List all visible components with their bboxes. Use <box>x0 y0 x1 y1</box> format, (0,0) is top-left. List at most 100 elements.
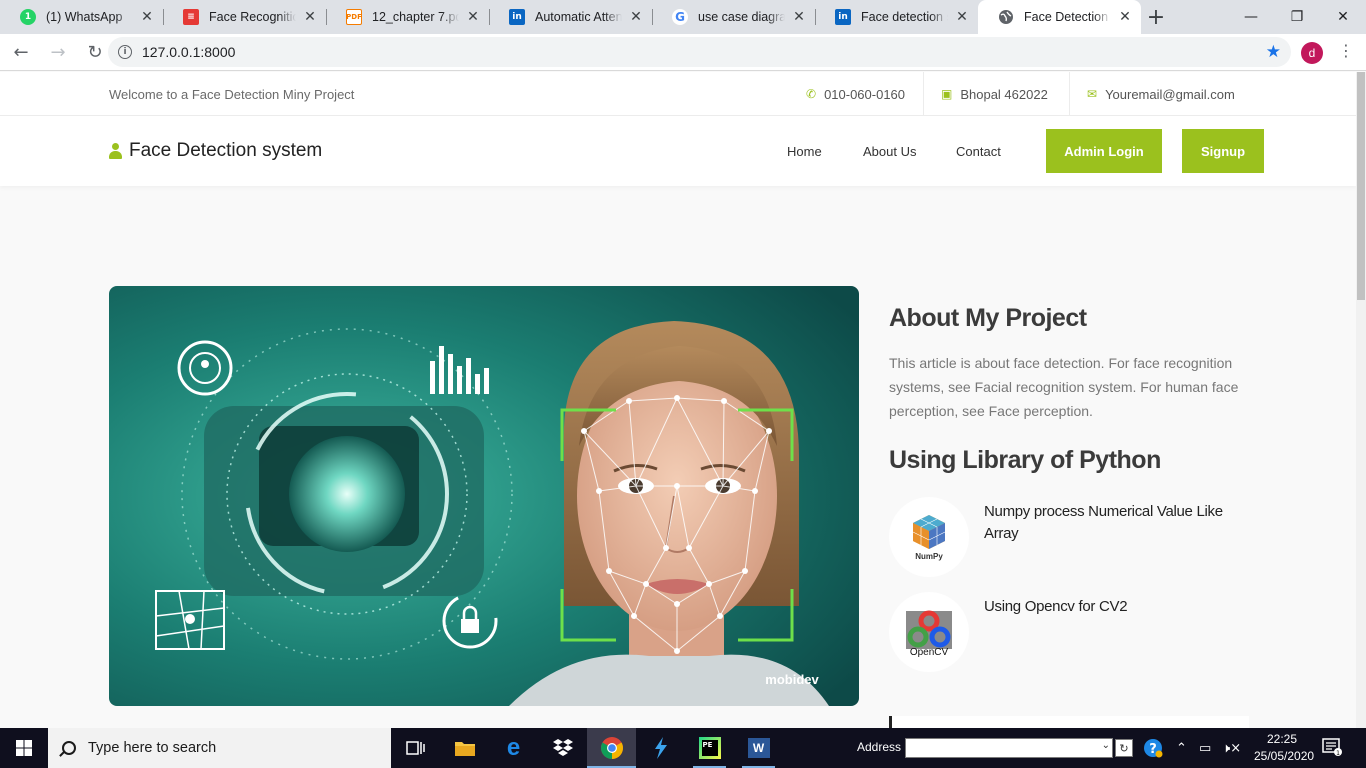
forward-arrow-icon[interactable]: → <box>42 36 74 68</box>
tab-title: Automatic Attendance <box>535 10 622 24</box>
face-detection-hero-image: mobidev <box>109 286 859 706</box>
close-tab-icon[interactable]: ✕ <box>791 9 807 25</box>
address-toolbar-label: Address <box>857 740 902 754</box>
tab-title: Face detection system <box>861 10 948 24</box>
tab-title: Face Detection system <box>1024 10 1111 24</box>
edge-browser-icon[interactable]: e <box>489 728 538 768</box>
envelope-icon: ✉ <box>1087 87 1098 101</box>
chevron-up-icon[interactable]: ⌃ <box>1176 728 1187 768</box>
libraries-heading: Using Library of Python <box>889 446 1161 474</box>
chevron-down-icon[interactable]: ⌄ <box>1102 740 1110 751</box>
about-text: This article is about face detection. Fo… <box>889 355 1239 419</box>
scrollbar-thumb[interactable] <box>1357 72 1365 300</box>
close-tab-icon[interactable]: ✕ <box>302 9 318 25</box>
taskbar-search-box[interactable]: Type here to search <box>48 728 391 768</box>
restore-icon[interactable]: ❐ <box>1274 0 1320 34</box>
whatsapp-icon: 1 <box>20 9 36 25</box>
globe-icon <box>998 9 1014 25</box>
windows-start-icon[interactable] <box>0 728 48 768</box>
site-top-bar: Welcome to a Face Detection Miny Project… <box>0 72 1356 116</box>
clock-time: 22:25 <box>1266 732 1298 746</box>
linkedin-icon: in <box>835 9 851 25</box>
battery-icon[interactable]: ▭ <box>1199 728 1211 768</box>
site-info-icon[interactable]: i <box>118 45 132 59</box>
chrome-taskbar-icon[interactable] <box>587 728 636 768</box>
address-toolbar-input[interactable]: ⌄ <box>905 738 1113 758</box>
web-page: Welcome to a Face Detection Miny Project… <box>0 72 1356 728</box>
phone-number: 010-060-0160 <box>824 86 906 102</box>
tab-title: Face Recognition | Fac <box>209 10 296 24</box>
opencv-logo: OpenCV <box>889 592 969 672</box>
tab-automatic-attendance[interactable]: in Automatic Attendance ✕ <box>489 0 652 34</box>
page-scrollbar[interactable] <box>1356 72 1366 728</box>
tab-whatsapp[interactable]: 1 (1) WhatsApp ✕ <box>0 0 163 34</box>
notifications-icon[interactable]: 1 <box>1322 738 1342 760</box>
visual-studio-code-icon[interactable] <box>636 728 685 768</box>
tab-pdf[interactable]: PDF 12_chapter 7.pdf ✕ <box>326 0 489 34</box>
address-bar[interactable]: i 127.0.0.1:8000 ★ <box>108 37 1291 67</box>
tab-face-recognition[interactable]: ≡ Face Recognition | Fac ✕ <box>163 0 326 34</box>
system-clock[interactable]: 22:25 25/05/2020 <box>1254 731 1315 765</box>
pdf-icon: PDF <box>346 9 362 25</box>
tab-face-detection-system[interactable]: Face Detection system ✕ <box>978 0 1141 34</box>
pycharm-icon[interactable]: PE <box>685 728 734 768</box>
nav-about-link[interactable]: About Us <box>863 144 916 159</box>
help-icon[interactable]: ? <box>1143 728 1163 768</box>
email-text: Youremail@gmail.com <box>1105 86 1235 102</box>
tab-use-case-diagram[interactable]: G use case diagram for f ✕ <box>652 0 815 34</box>
numpy-logo: NumPy <box>889 497 969 577</box>
close-tab-icon[interactable]: ✕ <box>628 9 644 25</box>
admin-login-button[interactable]: Admin Login <box>1046 129 1162 173</box>
main-navigation: Face Detection system Home About Us Cont… <box>0 116 1356 186</box>
bookmark-star-icon[interactable]: ★ <box>1266 42 1281 62</box>
document-icon: ≡ <box>183 9 199 25</box>
opencv-logo-text: OpenCV <box>909 646 949 658</box>
nav-contact-link[interactable]: Contact <box>956 144 1001 159</box>
windows-taskbar: Type here to search e PE W Address ⌄ ↻ ?… <box>0 728 1366 768</box>
email-contact: ✉ Youremail@gmail.com <box>1069 72 1253 116</box>
about-heading: About My Project <box>889 304 1087 332</box>
close-window-icon[interactable]: ✕ <box>1320 0 1366 34</box>
reload-icon[interactable]: ↻ <box>79 36 111 68</box>
profile-avatar[interactable]: d <box>1301 42 1323 64</box>
search-placeholder: Type here to search <box>88 740 217 756</box>
tab-face-detection-linkedin[interactable]: in Face detection system ✕ <box>815 0 978 34</box>
close-tab-icon[interactable]: ✕ <box>465 9 481 25</box>
volume-muted-icon[interactable]: 🕨× <box>1222 728 1241 768</box>
tab-title: 12_chapter 7.pdf <box>372 10 459 24</box>
user-icon <box>109 143 122 159</box>
browser-menu-icon[interactable]: ⋮ <box>1338 43 1354 59</box>
window-controls: — ❐ ✕ <box>1228 0 1366 34</box>
location-text: Bhopal 462022 <box>960 86 1048 102</box>
nav-home-link[interactable]: Home <box>787 144 822 159</box>
phone-icon: ✆ <box>806 87 817 101</box>
minimize-icon[interactable]: — <box>1228 0 1274 34</box>
opencv-description: Using Opencv for CV2 <box>984 598 1128 615</box>
tab-title: use case diagram for f <box>698 10 785 24</box>
new-tab-button[interactable]: + <box>1141 0 1171 34</box>
google-icon: G <box>672 9 688 25</box>
search-icon <box>62 741 76 755</box>
tab-title: (1) WhatsApp <box>46 10 123 24</box>
dropbox-icon[interactable] <box>538 728 587 768</box>
numpy-logo-text: NumPy <box>915 552 943 561</box>
url-text[interactable]: 127.0.0.1:8000 <box>142 44 235 60</box>
welcome-text: Welcome to a Face Detection Miny Project <box>109 87 355 102</box>
content-card-edge <box>889 716 1249 728</box>
site-brand[interactable]: Face Detection system <box>109 140 322 162</box>
signup-button[interactable]: Signup <box>1182 129 1264 173</box>
browser-tab-strip: 1 (1) WhatsApp ✕ ≡ Face Recognition | Fa… <box>0 0 1366 34</box>
browser-toolbar: ← → ↻ i 127.0.0.1:8000 ★ d ⋮ <box>0 34 1366 71</box>
word-icon[interactable]: W <box>734 728 783 768</box>
address-go-icon[interactable]: ↻ <box>1115 739 1133 757</box>
close-tab-icon[interactable]: ✕ <box>139 9 155 25</box>
file-explorer-icon[interactable] <box>440 728 489 768</box>
numpy-description: Numpy process Numerical Value Like Array <box>984 503 1223 542</box>
back-arrow-icon[interactable]: ← <box>5 36 37 68</box>
close-tab-icon[interactable]: ✕ <box>954 9 970 25</box>
close-tab-icon[interactable]: ✕ <box>1117 9 1133 25</box>
task-view-icon[interactable] <box>391 728 440 768</box>
location-contact: ▣ Bhopal 462022 <box>923 72 1066 116</box>
svg-text:1: 1 <box>1336 750 1340 756</box>
clock-date: 25/05/2020 <box>1254 749 1315 763</box>
